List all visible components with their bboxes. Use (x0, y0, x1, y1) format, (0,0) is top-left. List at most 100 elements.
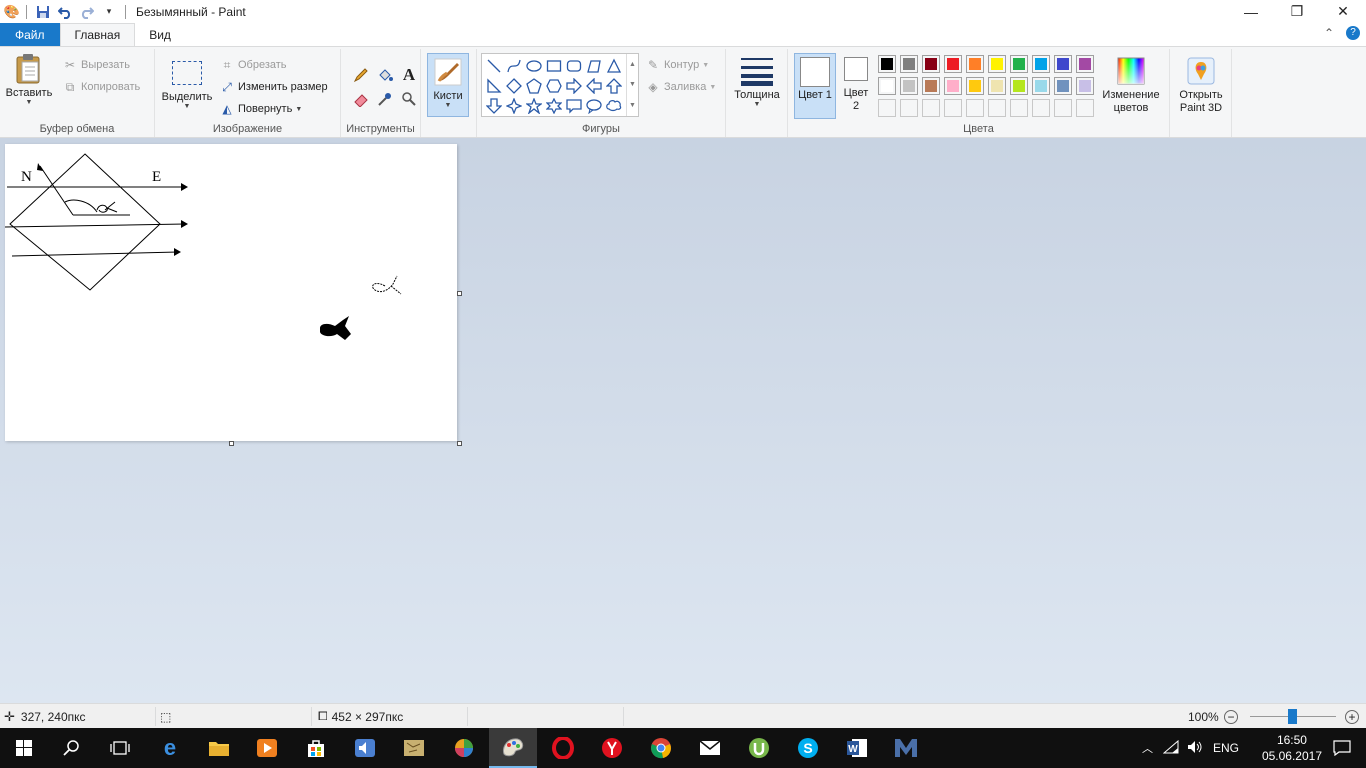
six-point-star-shape-icon[interactable] (544, 96, 564, 116)
resize-button[interactable]: ⤢ Изменить размер (219, 79, 327, 95)
pentagon-shape-icon[interactable] (524, 76, 544, 96)
polygon-shape-icon[interactable] (584, 56, 604, 76)
volume-icon[interactable] (1187, 740, 1203, 757)
maximize-button[interactable]: ❐ (1274, 0, 1320, 23)
color-swatch[interactable] (966, 55, 984, 73)
input-language[interactable]: ENG (1213, 741, 1239, 755)
curve-shape-icon[interactable] (504, 56, 524, 76)
color-swatch[interactable] (1076, 55, 1094, 73)
color-swatch[interactable] (878, 77, 896, 95)
right-arrow-shape-icon[interactable] (564, 76, 584, 96)
shapes-scrollbar[interactable]: ▲ ▼ ▼ (626, 54, 638, 116)
line-shape-icon[interactable] (484, 56, 504, 76)
paint-app-icon[interactable]: 🎨 (2, 2, 22, 22)
tab-file[interactable]: Файл (0, 23, 60, 46)
hexagon-shape-icon[interactable] (544, 76, 564, 96)
custom-color-slot[interactable] (900, 99, 918, 117)
color-picker-icon[interactable] (373, 87, 397, 111)
oval-callout-shape-icon[interactable] (584, 96, 604, 116)
zoom-in-button[interactable]: + (1345, 704, 1359, 729)
taskbar-paint[interactable] (489, 728, 537, 768)
rotate-button[interactable]: ◭ Повернуть ▼ (219, 101, 302, 117)
taskbar-skype[interactable]: S (784, 728, 832, 768)
zoom-slider-thumb[interactable] (1288, 709, 1297, 724)
color-swatch[interactable] (1032, 77, 1050, 95)
right-triangle-shape-icon[interactable] (484, 76, 504, 96)
resize-handle-corner[interactable] (457, 441, 462, 446)
crop-button[interactable]: ⌗ Обрезать (219, 57, 287, 73)
color-swatch[interactable] (878, 55, 896, 73)
cut-button[interactable]: ✂ Вырезать (62, 57, 130, 73)
zoom-out-button[interactable]: − (1224, 704, 1238, 729)
rounded-rectangle-shape-icon[interactable] (564, 56, 584, 76)
four-point-star-shape-icon[interactable] (504, 96, 524, 116)
custom-color-slot[interactable] (966, 99, 984, 117)
custom-color-slot[interactable] (1032, 99, 1050, 117)
magnifier-icon[interactable] (397, 87, 421, 111)
taskbar-edge[interactable]: e (146, 728, 194, 768)
paste-button[interactable]: Вставить ▼ (4, 53, 54, 106)
resize-handle-bottom[interactable] (229, 441, 234, 446)
color-swatch[interactable] (1054, 77, 1072, 95)
taskbar-explorer[interactable] (195, 728, 243, 768)
taskbar-map-app[interactable] (390, 728, 438, 768)
paste-dropdown-icon[interactable]: ▼ (26, 99, 33, 106)
oval-shape-icon[interactable] (524, 56, 544, 76)
taskbar-media-player[interactable] (243, 728, 291, 768)
rect-callout-shape-icon[interactable] (564, 96, 584, 116)
edit-colors-button[interactable]: Изменение цветов (1096, 55, 1166, 115)
color-swatch[interactable] (922, 55, 940, 73)
taskbar-mail[interactable] (686, 728, 734, 768)
triangle-shape-icon[interactable] (604, 56, 624, 76)
rotate-dropdown-icon[interactable]: ▼ (295, 106, 302, 113)
five-point-star-shape-icon[interactable] (524, 96, 544, 116)
network-icon[interactable] (1162, 739, 1179, 757)
clock[interactable]: 16:50 05.06.2017 (1262, 732, 1322, 764)
gallery-expand-icon[interactable]: ▼ (629, 102, 636, 109)
search-button[interactable] (48, 728, 96, 768)
pencil-icon[interactable] (349, 63, 373, 87)
resize-handle-right[interactable] (457, 291, 462, 296)
start-button[interactable] (0, 728, 48, 768)
outline-button[interactable]: ✎ Контур ▼ (645, 57, 709, 73)
color-swatch[interactable] (966, 77, 984, 95)
cloud-callout-shape-icon[interactable] (604, 96, 624, 116)
brushes-button[interactable]: Кисти ▼ (427, 53, 469, 117)
custom-color-slot[interactable] (988, 99, 1006, 117)
save-icon[interactable] (33, 2, 53, 22)
size-button[interactable]: Толщина ▼ (730, 55, 784, 108)
color-swatch[interactable] (900, 55, 918, 73)
diamond-shape-icon[interactable] (504, 76, 524, 96)
color-swatch[interactable] (1054, 55, 1072, 73)
copy-button[interactable]: ⧉ Копировать (62, 79, 141, 95)
collapse-ribbon-icon[interactable]: ⌃ (1324, 26, 1334, 40)
minimize-button[interactable]: — (1228, 0, 1274, 23)
fill-button[interactable]: ◈ Заливка ▼ (645, 79, 716, 95)
color-swatch[interactable] (900, 77, 918, 95)
fill-bucket-icon[interactable] (373, 63, 397, 87)
close-button[interactable]: ✕ (1320, 0, 1366, 23)
tab-view[interactable]: Вид (135, 23, 185, 46)
tab-home[interactable]: Главная (59, 23, 136, 46)
custom-color-slot[interactable] (1076, 99, 1094, 117)
taskbar-photos-app[interactable] (440, 728, 488, 768)
color-swatch[interactable] (1076, 77, 1094, 95)
custom-color-slot[interactable] (1054, 99, 1072, 117)
custom-color-slot[interactable] (944, 99, 962, 117)
custom-color-slot[interactable] (1010, 99, 1028, 117)
taskbar-utorrent[interactable] (735, 728, 783, 768)
color-swatch[interactable] (988, 77, 1006, 95)
action-center-button[interactable] (1318, 728, 1366, 768)
select-dropdown-icon[interactable]: ▼ (184, 103, 191, 110)
taskbar-yandex[interactable] (588, 728, 636, 768)
text-tool-icon[interactable]: A (397, 63, 421, 87)
undo-icon[interactable] (55, 2, 75, 22)
custom-color-slot[interactable] (922, 99, 940, 117)
taskbar-audio-app[interactable] (341, 728, 389, 768)
left-arrow-shape-icon[interactable] (584, 76, 604, 96)
color-swatch[interactable] (1010, 55, 1028, 73)
scroll-down-icon[interactable]: ▼ (629, 81, 636, 88)
up-arrow-shape-icon[interactable] (604, 76, 624, 96)
custom-color-slot[interactable] (878, 99, 896, 117)
customize-qat-icon[interactable]: ▾ (99, 2, 119, 22)
